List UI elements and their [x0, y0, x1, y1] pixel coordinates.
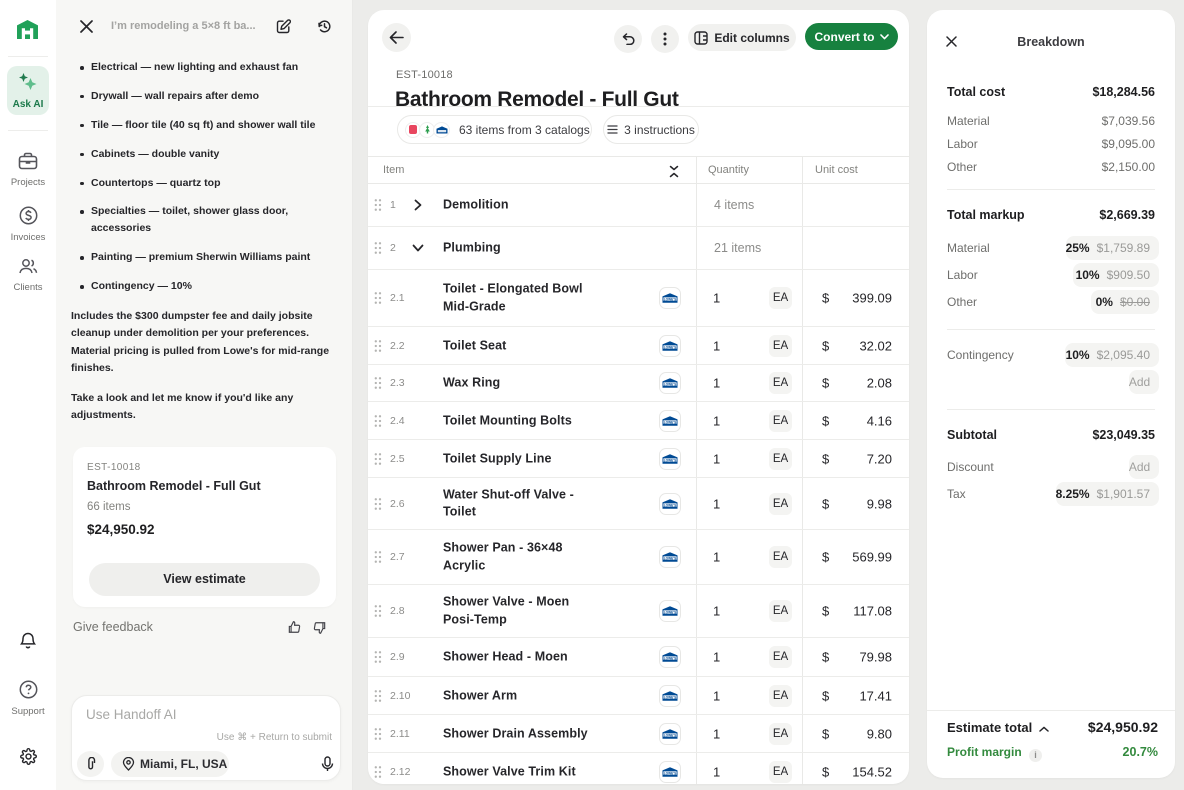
svg-text:LOWE’S: LOWE’S	[664, 297, 677, 301]
svg-text:LOWE’S: LOWE’S	[664, 656, 677, 660]
svg-text:LOWE’S: LOWE’S	[664, 556, 677, 560]
svg-text:LOWE’S: LOWE’S	[664, 771, 677, 775]
svg-text:LOWE’S: LOWE’S	[664, 458, 677, 462]
svg-text:LOWE’S: LOWE’S	[664, 695, 677, 699]
svg-text:LOWE’S: LOWE’S	[664, 503, 677, 507]
svg-text:LOWE’S: LOWE’S	[664, 420, 677, 424]
svg-text:LOWE’S: LOWE’S	[664, 733, 677, 737]
svg-text:LOWE’S: LOWE’S	[664, 382, 677, 386]
svg-text:LOWE’S: LOWE’S	[664, 610, 677, 614]
svg-text:LOWE’S: LOWE’S	[664, 345, 677, 349]
